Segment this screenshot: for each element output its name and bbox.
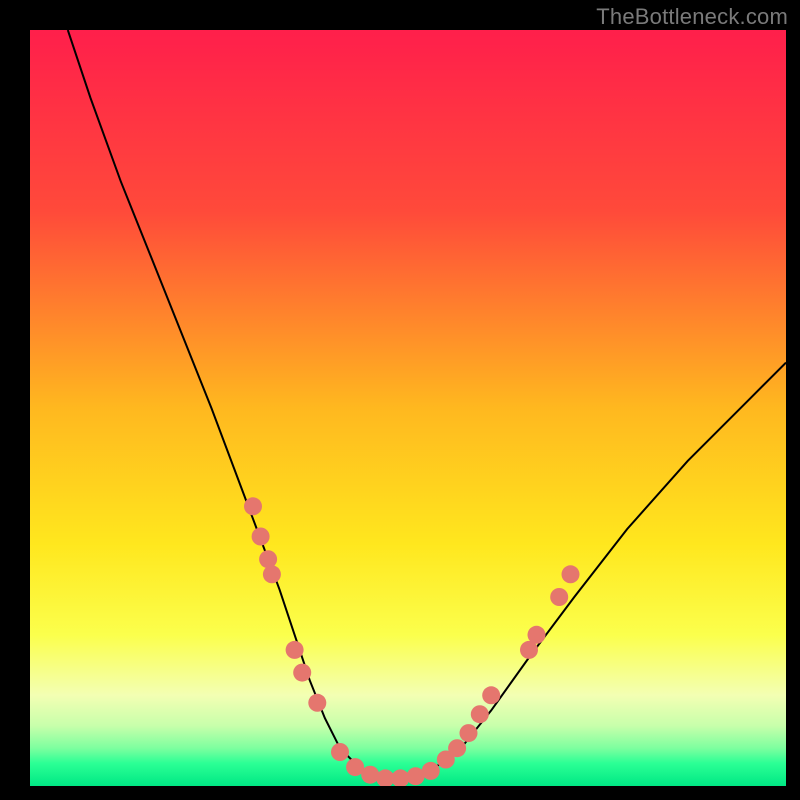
right-upper-dots-point: [528, 626, 546, 644]
chart-frame: TheBottleneck.com: [0, 0, 800, 800]
left-lower-dots-point: [308, 694, 326, 712]
bottom-dots-point: [422, 762, 440, 780]
left-upper-dots-point: [244, 497, 262, 515]
bottom-dots-point: [391, 769, 409, 786]
right-lower-dots-point: [460, 724, 478, 742]
curve-layer: [30, 30, 786, 786]
bottom-dots-point: [361, 766, 379, 784]
watermark-text: TheBottleneck.com: [596, 4, 788, 30]
right-upper-dots-point: [562, 565, 580, 583]
left-upper-dots-point: [263, 565, 281, 583]
bottom-dots-point: [331, 743, 349, 761]
right-lower-dots-point: [482, 686, 500, 704]
right-lower-dots-point: [471, 705, 489, 723]
right-lower-dots-point: [448, 739, 466, 757]
left-upper-dots-point: [259, 550, 277, 568]
left-upper-dots-point: [252, 528, 270, 546]
plot-area: [30, 30, 786, 786]
left-lower-dots-point: [293, 664, 311, 682]
bottleneck-curve: [68, 30, 786, 778]
right-upper-dots-point: [550, 588, 568, 606]
data-dots: [244, 497, 580, 786]
left-lower-dots-point: [286, 641, 304, 659]
